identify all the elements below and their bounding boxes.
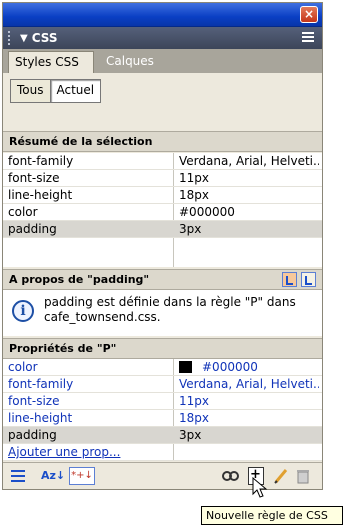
- panel-header[interactable]: ▼ CSS: [3, 27, 322, 49]
- property-value: 3px: [179, 222, 202, 236]
- property-row[interactable]: font-family Verdana, Arial, Helveti...: [3, 376, 322, 393]
- color-value: #000000: [202, 360, 258, 374]
- show-cascade-icon[interactable]: [282, 272, 297, 287]
- property-row[interactable]: line-height 18px: [3, 410, 322, 427]
- tooltip: Nouvelle règle de CSS: [201, 506, 343, 525]
- property-name: line-height: [8, 411, 73, 425]
- delete-icon[interactable]: [295, 467, 311, 485]
- property-row[interactable]: font-size 11px: [3, 393, 322, 410]
- css-panel: × ▼ CSS Styles CSS Calques Tous Actuel R…: [2, 2, 323, 490]
- summary-row[interactable]: font-size 11px: [3, 170, 322, 187]
- property-name: color: [8, 205, 38, 219]
- close-button[interactable]: ×: [300, 6, 318, 23]
- property-name: font-size: [8, 171, 60, 185]
- summary-row[interactable]: color #000000: [3, 204, 322, 221]
- edit-style-icon[interactable]: [273, 467, 289, 485]
- property-name: font-family: [8, 377, 74, 391]
- panel-title: CSS: [31, 31, 58, 45]
- property-value: #000000: [179, 205, 235, 219]
- panel-options-icon[interactable]: [302, 32, 314, 44]
- mode-toggle: Tous Actuel: [10, 79, 102, 103]
- property-value[interactable]: Verdana, Arial, Helveti...: [179, 377, 319, 391]
- collapse-arrow-icon[interactable]: ▼: [20, 33, 28, 44]
- alphabetical-view-button[interactable]: Az↓: [41, 467, 67, 485]
- add-property-link[interactable]: Ajouter une prop...: [8, 445, 120, 459]
- category-view-icon[interactable]: [11, 467, 29, 485]
- about-box: i padding est définie dans la règle "P" …: [3, 290, 322, 336]
- property-value[interactable]: 11px: [179, 394, 319, 408]
- summary-row-selected[interactable]: padding 3px: [3, 221, 322, 238]
- property-value[interactable]: 18px: [179, 411, 319, 425]
- about-icons: [282, 272, 316, 287]
- property-value[interactable]: 3px: [179, 428, 319, 442]
- bottom-toolbar: Az↓ *+↓: [3, 462, 322, 489]
- about-section-header[interactable]: A propos de "padding": [3, 269, 322, 290]
- info-icon: i: [12, 300, 34, 322]
- add-property-row[interactable]: Ajouter une prop...: [3, 444, 322, 461]
- summary-table: font-family Verdana, Arial, Helveti... f…: [3, 153, 322, 267]
- summary-row[interactable]: font-family Verdana, Arial, Helveti...: [3, 153, 322, 170]
- drag-grip-icon[interactable]: [8, 31, 18, 45]
- property-value[interactable]: #000000: [179, 360, 319, 374]
- window-titlebar[interactable]: ×: [3, 3, 322, 27]
- properties-section-header[interactable]: Propriétés de "P": [3, 338, 322, 359]
- tab-bar: Styles CSS Calques: [3, 49, 322, 73]
- current-mode-button[interactable]: Actuel: [49, 79, 102, 103]
- mouse-cursor-icon: [252, 476, 268, 502]
- tab-calques[interactable]: Calques: [100, 51, 160, 73]
- color-swatch[interactable]: [179, 361, 192, 373]
- property-value: 11px: [179, 171, 209, 185]
- show-set-properties-button[interactable]: *+↓: [69, 467, 95, 485]
- show-information-icon[interactable]: [301, 272, 316, 287]
- attach-stylesheet-icon[interactable]: [221, 467, 241, 485]
- property-name: font-family: [8, 154, 74, 168]
- property-name: padding: [8, 222, 57, 236]
- tab-styles-css[interactable]: Styles CSS: [8, 51, 94, 73]
- about-text: padding est définie dans la règle "P" da…: [44, 295, 296, 324]
- property-row[interactable]: color #000000: [3, 359, 322, 376]
- properties-table: color #000000 font-family Verdana, Arial…: [3, 359, 322, 461]
- about-title: A propos de "padding": [9, 273, 150, 286]
- all-mode-button[interactable]: Tous: [10, 79, 50, 103]
- property-value: 18px: [179, 188, 209, 202]
- property-name: font-size: [8, 394, 60, 408]
- property-name: line-height: [8, 188, 73, 202]
- summary-row[interactable]: line-height 18px: [3, 187, 322, 204]
- property-name: padding: [8, 428, 57, 442]
- property-value: Verdana, Arial, Helveti...: [179, 154, 319, 168]
- property-row-selected[interactable]: padding 3px: [3, 427, 322, 444]
- property-name: color: [8, 360, 38, 374]
- summary-section-header[interactable]: Résumé de la sélection: [3, 131, 322, 152]
